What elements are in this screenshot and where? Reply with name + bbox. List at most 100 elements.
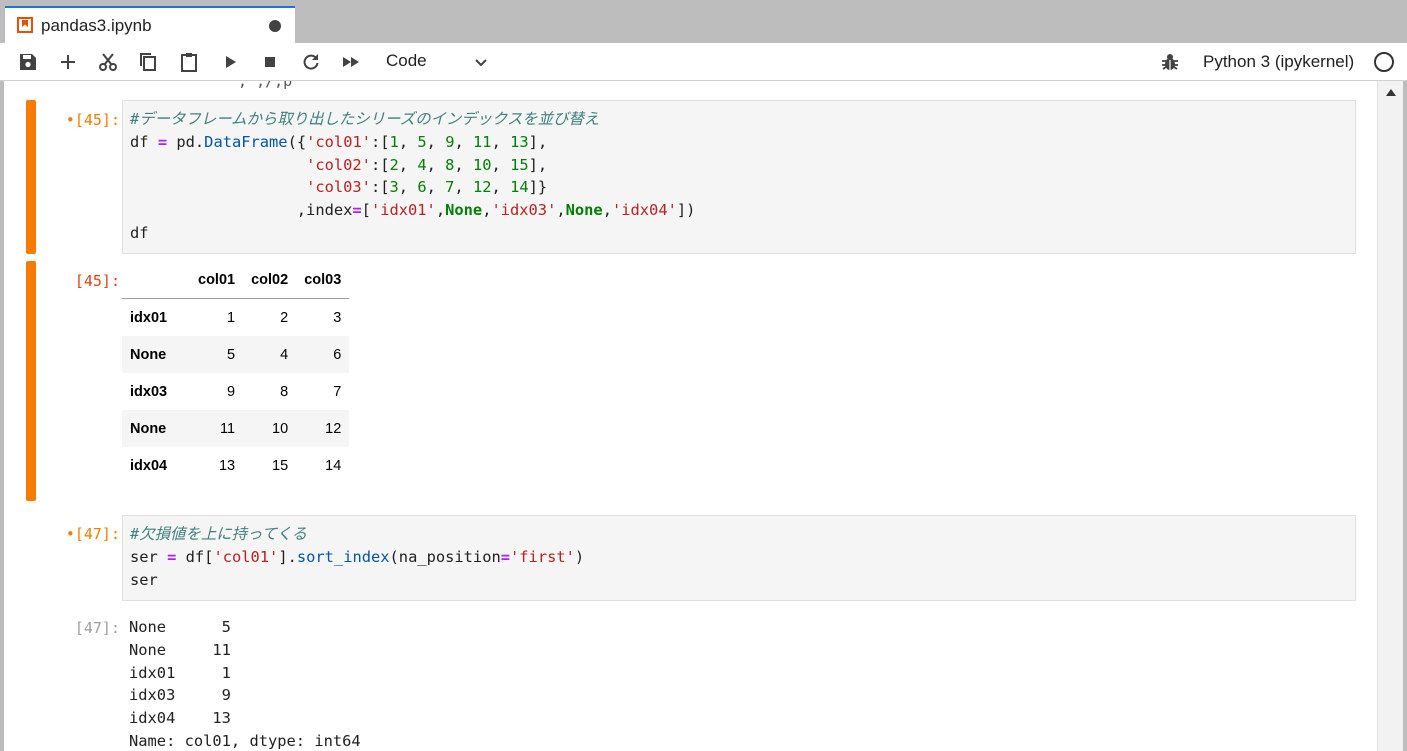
row-index: idx03: [130, 383, 168, 400]
table-cell: 3: [333, 309, 342, 326]
code-token: ],: [528, 132, 548, 151]
code-token: =: [167, 547, 177, 566]
row-index: None: [130, 346, 167, 363]
code-token: :[: [371, 132, 390, 151]
code-token: ],: [528, 155, 548, 174]
code-content: #欠損値を上に持ってくる ser = df['col01'].sort_inde…: [123, 516, 1355, 591]
kernel-name[interactable]: Python 3 (ipykernel): [1203, 52, 1354, 72]
code-token: ser: [130, 570, 158, 589]
restart-button[interactable]: [300, 51, 322, 73]
table-cell: 1: [227, 309, 236, 326]
notebook-toolbar: Code Python 3 (ipykernel): [0, 43, 1407, 81]
unsaved-dot-icon[interactable]: [269, 20, 281, 32]
code-token: ,: [426, 132, 446, 151]
table-cell: 9: [227, 383, 236, 400]
code-token: 5: [417, 132, 427, 151]
table-cell: 14: [325, 457, 342, 474]
cell-type-select[interactable]: Code: [386, 51, 427, 71]
table-cell: 4: [280, 346, 289, 363]
code-token: =: [500, 547, 511, 566]
paste-button[interactable]: [178, 51, 200, 73]
output-prompt: [45]:: [74, 272, 120, 290]
code-token: ].: [278, 547, 297, 566]
cut-button[interactable]: [97, 51, 119, 73]
code-token: None: [445, 201, 483, 220]
code-token: (na_position: [389, 547, 501, 566]
code-token: ,: [556, 201, 566, 220]
code-token: None: [565, 201, 603, 220]
code-token: ,: [454, 132, 474, 151]
vertical-scrollbar[interactable]: [1377, 81, 1404, 751]
code-editor[interactable]: #欠損値を上に持ってくる ser = df['col01'].sort_inde…: [122, 515, 1356, 601]
code-token: ,: [602, 201, 612, 220]
code-token: 'idx01': [370, 201, 436, 220]
output-collapser[interactable]: [26, 261, 36, 501]
code-token: ,: [426, 178, 446, 197]
table-cell: 12: [325, 420, 342, 437]
input-collapser[interactable]: [26, 100, 36, 254]
code-token: 14: [510, 178, 529, 197]
code-token: 10: [472, 155, 492, 174]
chevron-down-icon[interactable]: [472, 54, 490, 72]
copy-icon: [140, 53, 156, 71]
insert-cell-button[interactable]: [57, 51, 79, 73]
stop-icon: [265, 57, 275, 67]
restart-run-all-button[interactable]: [340, 51, 362, 73]
tab-title: pandas3.ipynb: [41, 16, 152, 35]
save-icon: [20, 54, 36, 70]
code-token: 3: [389, 178, 399, 197]
code-token: 'col02': [306, 155, 371, 174]
series-output: None 5 None 11 idx01 1 idx03 9 idx04 13 …: [129, 618, 361, 750]
code-token: ,: [454, 155, 473, 174]
table-cell: 5: [227, 346, 236, 363]
debugger-bug-icon[interactable]: [1160, 52, 1180, 72]
code-token: sort_index: [296, 547, 390, 566]
table-cell: 8: [280, 383, 289, 400]
code-token: ]}: [528, 178, 548, 197]
code-token: :[: [370, 155, 390, 174]
code-token: 'idx04': [611, 201, 677, 220]
refresh-icon: [303, 54, 319, 70]
code-token: 'col03': [306, 178, 371, 197]
save-button[interactable]: [17, 51, 39, 73]
tab-notebook[interactable]: pandas3.ipynb: [5, 6, 295, 43]
dataframe-table: col01 col02 col03 idx01 1 2 3 None 5 4 6…: [122, 261, 350, 484]
code-editor[interactable]: #データフレームから取り出したシリーズのインデックスを並び替え df = pd.…: [122, 100, 1356, 254]
code-token: #欠損値を上に持ってくる: [130, 525, 308, 543]
window-edge: [1403, 81, 1407, 751]
code-token: df: [130, 132, 158, 151]
code-content: #データフレームから取り出したシリーズのインデックスを並び替え df = pd.…: [123, 101, 1355, 245]
table-cell: 15: [272, 457, 289, 474]
code-token: ({: [287, 132, 307, 151]
code-token: 'col01': [213, 547, 279, 566]
code-token: df[: [176, 547, 214, 566]
table-row: idx04 13 15 14: [122, 447, 349, 484]
code-token: 12: [472, 178, 492, 197]
interrupt-button[interactable]: [259, 51, 281, 73]
table-row: idx03 9 8 7: [122, 373, 349, 410]
notebook-icon: [17, 17, 33, 33]
input-prompt: •[45]:: [65, 111, 120, 129]
code-token: ,: [398, 155, 418, 174]
column-header: col03: [296, 261, 350, 299]
table-cell: 7: [333, 383, 342, 400]
code-token: 6: [417, 178, 427, 197]
table-row: None 11 10 12: [122, 410, 350, 447]
run-button[interactable]: [219, 51, 241, 73]
code-token: 'col01': [306, 132, 371, 151]
plus-icon: [61, 55, 75, 69]
table-cell: 6: [333, 346, 342, 363]
code-token: ,: [398, 132, 418, 151]
index-header: [122, 261, 190, 299]
code-token: 2: [389, 155, 399, 174]
code-token: DataFrame: [204, 132, 288, 151]
copy-button[interactable]: [137, 51, 159, 73]
code-token: 11: [473, 132, 492, 151]
scissors-icon: [99, 53, 117, 71]
code-token: ,: [491, 178, 511, 197]
row-index: idx01: [130, 309, 168, 326]
clipboard-icon: [181, 53, 197, 72]
scroll-up-arrow-icon[interactable]: [1386, 89, 1396, 96]
table-cell: 10: [272, 420, 289, 437]
